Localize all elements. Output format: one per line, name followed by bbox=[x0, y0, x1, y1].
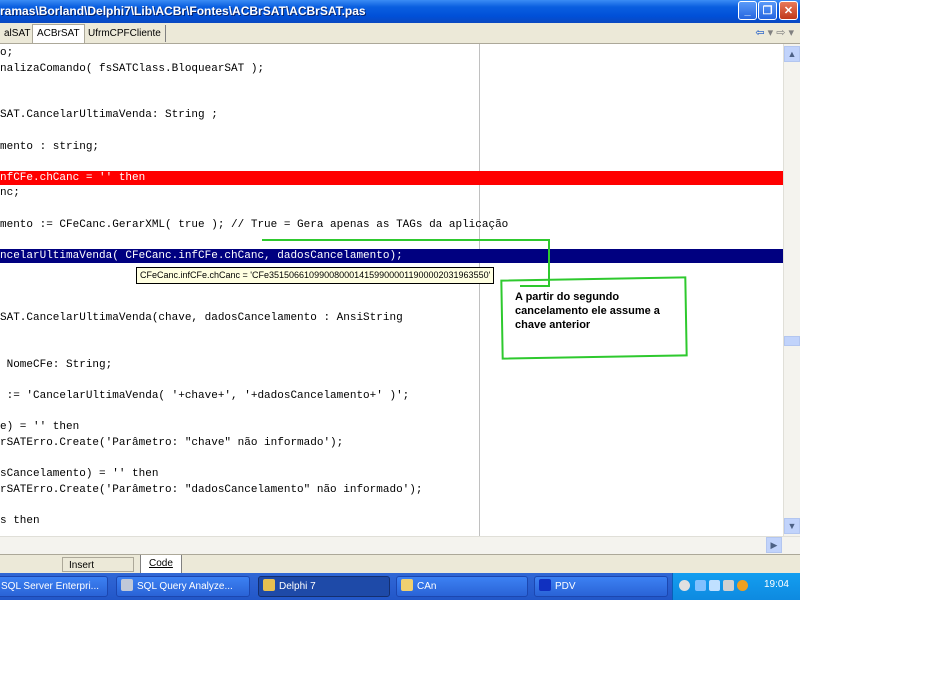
delphi-window: ramas\Borland\Delphi7\Lib\ACBr\Fontes\AC… bbox=[0, 0, 800, 600]
folder-icon bbox=[401, 579, 413, 591]
code-line: s then bbox=[0, 515, 40, 527]
taskbar: SQL Server Enterpri... SQL Query Analyze… bbox=[0, 573, 800, 600]
tab-alsat[interactable]: alSAT bbox=[0, 25, 36, 42]
window-title: ramas\Borland\Delphi7\Lib\ACBr\Fontes\AC… bbox=[0, 4, 366, 18]
taskbar-item-label: PDV bbox=[555, 581, 576, 592]
antivirus-icon[interactable] bbox=[737, 580, 748, 591]
taskbar-item-delphi[interactable]: Delphi 7 bbox=[258, 576, 390, 597]
scroll-thumb[interactable] bbox=[784, 336, 800, 346]
scroll-down-button[interactable]: ▼ bbox=[784, 518, 800, 534]
taskbar-item-pdv[interactable]: PDV bbox=[534, 576, 668, 597]
code-line: SAT.CancelarUltimaVenda: String ; bbox=[0, 109, 218, 122]
taskbar-item-label: CAn bbox=[417, 581, 437, 592]
tab-ufrmcpfcliente[interactable]: UfrmCPFCliente bbox=[84, 25, 166, 42]
tab-acbrsat[interactable]: ACBrSAT bbox=[32, 24, 85, 43]
delphi-icon bbox=[263, 579, 275, 591]
minimize-button[interactable]: _ bbox=[738, 1, 757, 20]
code-line: sCancelamento) = '' then bbox=[0, 468, 159, 481]
insert-mode-indicator: Insert bbox=[62, 557, 134, 572]
navigation-arrows[interactable]: ⇦ ▾ ⇨ ▾ bbox=[755, 26, 794, 39]
taskbar-item-label: SQL Server Enterpri... bbox=[1, 581, 99, 592]
taskbar-item-query-analyzer[interactable]: SQL Query Analyze... bbox=[116, 576, 250, 597]
taskbar-item-can[interactable]: CAn bbox=[396, 576, 528, 597]
pdv-icon bbox=[539, 579, 551, 591]
scroll-up-button[interactable]: ▲ bbox=[784, 46, 800, 62]
code-line: o; bbox=[0, 47, 14, 59]
system-tray: 19:04 bbox=[672, 573, 800, 600]
code-line: rSATErro.Create('Parâmetro: "chave" não … bbox=[0, 437, 344, 449]
status-bar: Insert Code bbox=[0, 554, 800, 574]
horizontal-scrollbar[interactable]: ▶ bbox=[0, 536, 800, 554]
code-line: mento : string; bbox=[0, 140, 100, 153]
debug-hint-tooltip: CFeCanc.infCFe.chCanc = 'CFe351506610990… bbox=[136, 267, 495, 284]
printer-icon[interactable] bbox=[723, 580, 734, 591]
annotation-connector-top bbox=[262, 239, 550, 241]
code-line: ncelarUltimaVenda( CFeCanc.infCFe.chCanc… bbox=[0, 248, 783, 263]
code-line: nalizaComando( fsSATClass.BloquearSAT ); bbox=[0, 62, 265, 75]
scroll-right-button[interactable]: ▶ bbox=[766, 537, 782, 553]
code-line: rSATErro.Create('Parâmetro: "dadosCancel… bbox=[0, 483, 423, 496]
taskbar-item-label: Delphi 7 bbox=[279, 581, 316, 592]
volume-icon[interactable] bbox=[709, 580, 720, 591]
network-icon[interactable] bbox=[695, 580, 706, 591]
title-bar: ramas\Borland\Delphi7\Lib\ACBr\Fontes\AC… bbox=[0, 0, 800, 23]
annotation-text: A partir do segundo cancelamento ele ass… bbox=[515, 291, 660, 331]
tab-code[interactable]: Code bbox=[140, 555, 182, 574]
code-line: nc; bbox=[0, 187, 20, 200]
code-line: nfCFe.chCanc = '' then bbox=[0, 170, 783, 185]
code-line: e) = '' then bbox=[0, 421, 80, 434]
maximize-button[interactable]: ❐ bbox=[758, 1, 777, 20]
query-analyzer-icon bbox=[121, 579, 133, 591]
code-tab-label: Code bbox=[149, 558, 173, 569]
code-line: := 'CancelarUltimaVenda( '+chave+', '+da… bbox=[0, 390, 410, 403]
back-arrow-icon[interactable]: ⇦ bbox=[755, 27, 764, 39]
tray-collapse-icon[interactable] bbox=[679, 580, 690, 591]
vertical-scrollbar[interactable]: ▲ ▼ bbox=[783, 44, 800, 536]
code-line: mento := CFeCanc.GerarXML( true ); // Tr… bbox=[0, 218, 509, 231]
code-line: NomeCFe: String; bbox=[0, 359, 113, 371]
clock: 19:04 bbox=[763, 579, 789, 590]
close-button[interactable]: ✕ bbox=[779, 1, 798, 20]
editor-tabs: alSAT ACBrSAT UfrmCPFCliente ⇦ ▾ ⇨ ▾ bbox=[0, 23, 800, 44]
forward-arrow-icon[interactable]: ⇨ bbox=[776, 27, 785, 39]
taskbar-item-sql-server[interactable]: SQL Server Enterpri... bbox=[0, 576, 108, 597]
taskbar-item-label: SQL Query Analyze... bbox=[137, 581, 233, 592]
